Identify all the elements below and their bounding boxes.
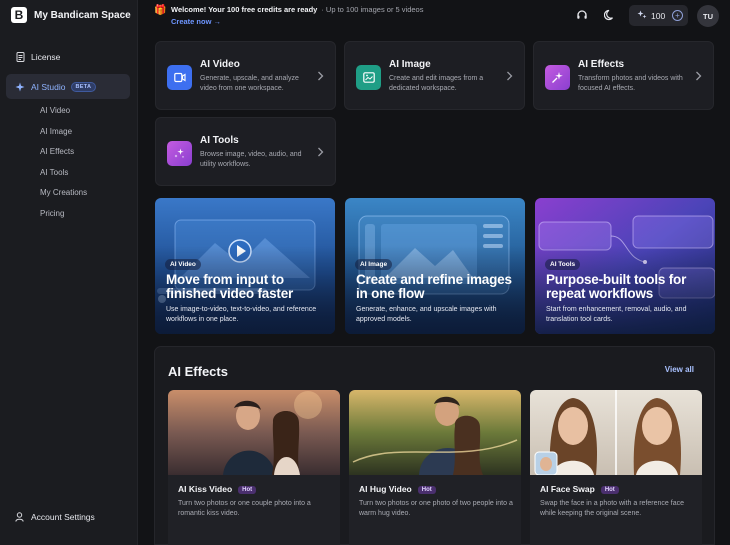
feature-desc: Generate, upscale, and analyze video fro… [200, 75, 299, 92]
feature-title: AI Image [389, 59, 431, 70]
chevron-right-icon [318, 71, 324, 81]
feature-desc: Create and edit images from a dedicated … [389, 75, 484, 92]
welcome-detail: · Up to 100 images or 5 videos [321, 5, 424, 14]
promo-desc: Use image-to-video, text-to-video, and r… [166, 306, 317, 323]
chevron-right-icon [318, 147, 324, 157]
effect-desc: Turn two photos or one photo of two peop… [359, 500, 513, 517]
brand-logo[interactable]: B [11, 7, 27, 23]
promo-desc: Generate, enhance, and upscale images wi… [356, 306, 497, 323]
account-settings-link[interactable]: Account Settings [15, 512, 95, 522]
promo-banner-ai-image[interactable]: AI Image Create and refine images in one… [345, 198, 525, 334]
chevron-right-icon [507, 71, 513, 81]
effect-card-ai-kiss-video[interactable]: AI Kiss Video Hot Turn two photos or one … [168, 390, 340, 545]
promo-banner-ai-video[interactable]: AI Video Move from input to finished vid… [155, 198, 335, 334]
sidebar-subitem-pricing[interactable]: Pricing [40, 209, 64, 218]
effect-card-ai-face-swap[interactable]: AI Face Swap Hot Swap the face in a photo… [530, 390, 702, 545]
effect-title: AI Hug Video [359, 484, 412, 494]
promo-banner-ai-tools[interactable]: AI Tools Purpose-built tools for repeat … [535, 198, 715, 334]
chevron-right-icon [696, 71, 702, 81]
feature-card-ai-video[interactable]: AI Video Generate, upscale, and analyze … [155, 41, 336, 110]
sidebar-subitem-ai-effects[interactable]: AI Effects [40, 147, 74, 156]
moon-icon[interactable] [603, 8, 617, 22]
ai-effects-section: AI Effects View all AI Kiss Video Hot Tur… [154, 346, 715, 545]
sidebar: B My Bandicam Space License AI Studio BE… [0, 0, 138, 545]
effect-title-row: AI Kiss Video Hot [178, 484, 257, 494]
sidebar-item-label: AI Studio [31, 81, 66, 92]
effect-desc: Swap the face in a photo with a referenc… [540, 500, 684, 517]
welcome-text: Welcome! Your 100 free credits are ready… [171, 5, 424, 14]
kiss-video-thumbnail [168, 390, 340, 475]
feature-desc: Transform photos and videos with focused… [578, 75, 683, 92]
brand-name[interactable]: My Bandicam Space [34, 10, 131, 21]
effect-title: AI Kiss Video [178, 484, 233, 494]
gift-icon: 🎁 [154, 5, 167, 16]
magic-tools-icon [167, 141, 192, 166]
sparkle-icon [545, 65, 570, 90]
account-settings-label: Account Settings [31, 512, 95, 522]
view-all-link[interactable]: View all [665, 365, 694, 374]
ai-studio-icon [15, 82, 25, 92]
section-title: AI Effects [168, 364, 228, 379]
feature-title: AI Tools [200, 135, 239, 146]
credits-pill[interactable]: 100 + [629, 5, 688, 26]
hot-badge: Hot [238, 486, 257, 494]
promo-desc: Start from enhancement, removal, audio, … [546, 306, 687, 323]
feature-card-ai-image[interactable]: AI Image Create and edit images from a d… [344, 41, 525, 110]
create-now-link[interactable]: Create now → [171, 17, 221, 26]
feature-title: AI Effects [578, 59, 625, 70]
headset-icon[interactable] [575, 8, 589, 22]
effect-card-ai-hug-video[interactable]: AI Hug Video Hot Turn two photos or one p… [349, 390, 521, 545]
feature-card-ai-effects[interactable]: AI Effects Transform photos and videos w… [533, 41, 714, 110]
promo-title: Create and refine images in one flow [356, 272, 512, 301]
sidebar-item-label: License [31, 51, 61, 62]
promo-title: Purpose-built tools for repeat workflows [546, 272, 687, 301]
hug-video-thumbnail [349, 390, 521, 475]
effect-title-row: AI Face Swap Hot [540, 484, 619, 494]
user-icon [15, 512, 24, 522]
sidebar-subitem-ai-image[interactable]: AI Image [40, 127, 72, 136]
effect-title-row: AI Hug Video Hot [359, 484, 436, 494]
face-swap-thumbnail [530, 390, 702, 475]
feature-title: AI Video [200, 59, 240, 70]
image-icon [356, 65, 381, 90]
promo-tag: AI Image [355, 259, 393, 270]
sidebar-item-ai-studio[interactable]: AI Studio BETA [6, 74, 130, 99]
promo-title: Move from input to finished video faster [166, 272, 294, 301]
hot-badge: Hot [417, 486, 436, 494]
sidebar-subitem-my-creations[interactable]: My Creations [40, 188, 87, 197]
sidebar-item-license[interactable]: License [6, 44, 130, 69]
hot-badge: Hot [600, 486, 619, 494]
beta-badge: BETA [70, 81, 97, 92]
feature-card-ai-tools[interactable]: AI Tools Browse image, video, audio, and… [155, 117, 336, 186]
promo-tag: AI Tools [545, 259, 581, 270]
document-icon [15, 51, 25, 62]
credits-icon [637, 10, 647, 21]
sidebar-subitem-ai-video[interactable]: AI Video [40, 106, 70, 115]
effect-desc: Turn two photos or one couple photo into… [178, 500, 311, 517]
effect-title: AI Face Swap [540, 484, 595, 494]
video-icon [167, 65, 192, 90]
app-root: B My Bandicam Space License AI Studio BE… [0, 0, 730, 545]
add-credits-icon[interactable]: + [672, 10, 683, 21]
sidebar-subitem-ai-tools[interactable]: AI Tools [40, 168, 68, 177]
promo-tag: AI Video [165, 259, 201, 270]
feature-desc: Browse image, video, audio, and utility … [200, 151, 302, 168]
avatar[interactable]: TU [697, 5, 719, 27]
credits-count: 100 [651, 10, 666, 21]
